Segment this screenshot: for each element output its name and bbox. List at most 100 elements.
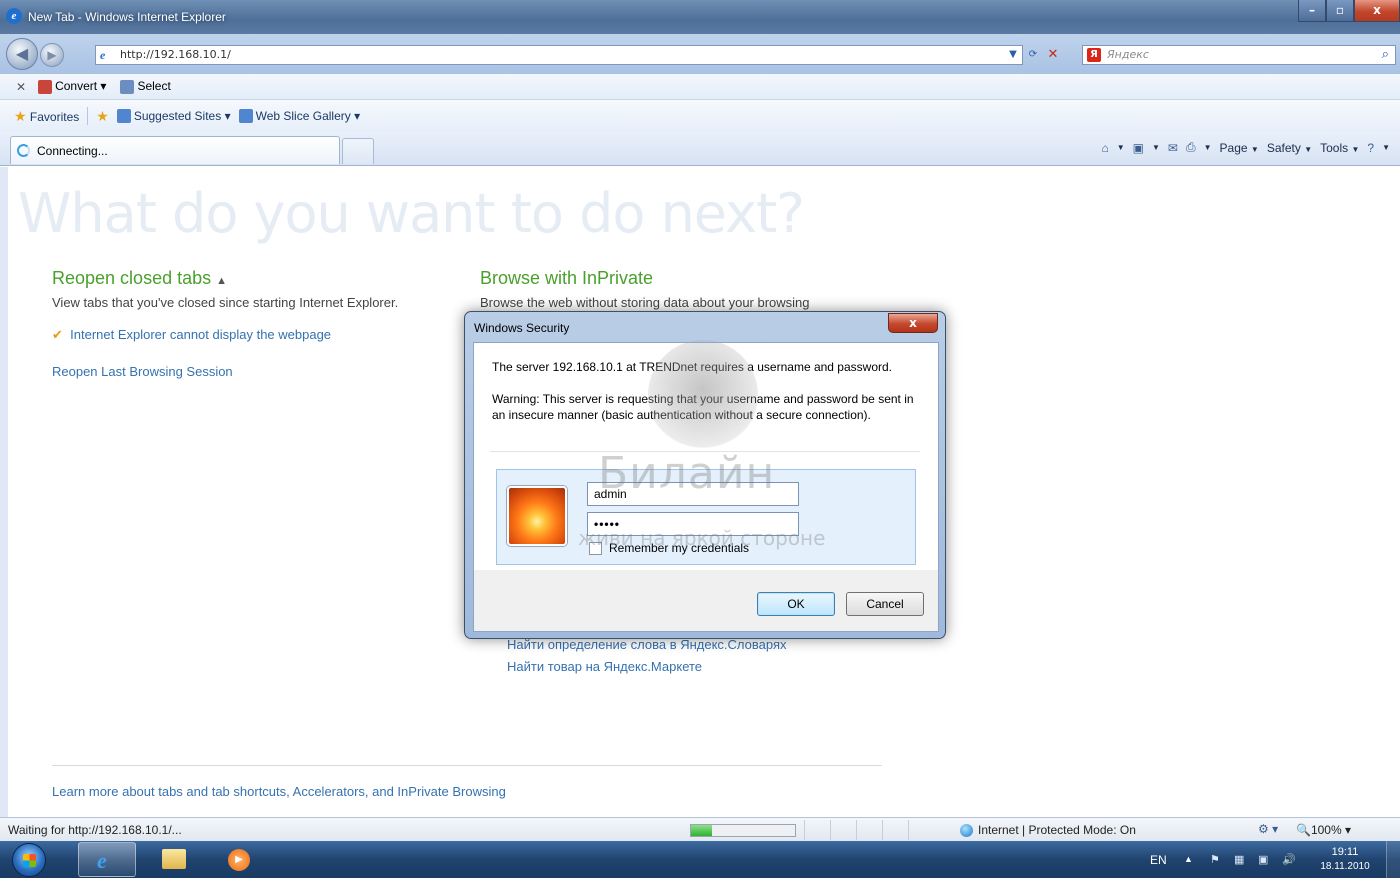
- taskbar: e ▶ EN ▲ ⚑ ▦ ▣ 🔊 19:11 18.11.2010: [0, 841, 1400, 878]
- help-icon[interactable]: ?: [1367, 141, 1374, 155]
- progress-bar: [690, 824, 796, 837]
- refresh-icon[interactable]: ⟳: [1024, 45, 1042, 65]
- dialog-title: Windows Security: [474, 321, 570, 335]
- yandex-logo-icon: Я: [1087, 48, 1101, 62]
- watermark-tagline: живи на яркой стороне: [578, 526, 826, 550]
- yandex-dictionary-link[interactable]: Найти определение слова в Яндекс.Словаря…: [507, 637, 787, 652]
- user-avatar: [507, 486, 567, 546]
- title-bar: e New Tab - Windows Internet Explorer – …: [0, 0, 1400, 34]
- taskbar-explorer-button[interactable]: [144, 842, 202, 877]
- volume-icon[interactable]: 🔊: [1282, 853, 1296, 866]
- watermark-brand: Билайн: [598, 448, 776, 499]
- print-icon[interactable]: ⎙: [1186, 140, 1196, 155]
- close-toolbar-icon[interactable]: ✕: [16, 80, 26, 94]
- safety-menu-label: Safety: [1266, 140, 1301, 155]
- reopen-description: View tabs that you've closed since start…: [52, 295, 399, 310]
- print-dropdown-icon[interactable]: ▼: [1204, 143, 1212, 152]
- system-tray: EN ▲ ⚑ ▦ ▣ 🔊 19:11 18.11.2010: [1140, 841, 1400, 878]
- suggested-sites-icon: [116, 109, 131, 124]
- window-controls: – ▫ x: [1298, 0, 1400, 22]
- dialog-close-button[interactable]: x: [888, 313, 938, 333]
- status-cells: [804, 820, 934, 840]
- search-icon[interactable]: ⌕: [1382, 47, 1389, 62]
- clock-time[interactable]: 19:11: [1318, 846, 1372, 858]
- suggested-sites-label: Suggested Sites: [133, 108, 222, 123]
- home-icon[interactable]: ⌂: [1101, 141, 1108, 155]
- collapse-icon: ▲: [216, 275, 228, 287]
- inprivate-heading[interactable]: Browse with InPrivate: [480, 268, 653, 289]
- mail-icon[interactable]: ✉: [1168, 141, 1178, 155]
- page-menu[interactable]: Page ▼: [1220, 141, 1259, 155]
- stop-icon[interactable]: ✕: [1044, 45, 1062, 65]
- cancel-button[interactable]: Cancel: [846, 592, 924, 616]
- back-button[interactable]: ◀: [6, 38, 38, 70]
- loading-spinner-icon: [17, 144, 30, 157]
- close-button[interactable]: x: [1354, 0, 1400, 22]
- select-label: Select: [137, 79, 171, 94]
- favorites-bar: ★ Favorites ★ Suggested Sites ▾ Web Slic…: [0, 100, 1400, 132]
- select-button[interactable]: Select: [120, 79, 171, 94]
- learn-more-link[interactable]: Learn more about tabs and tab shortcuts,…: [52, 784, 506, 799]
- page-icon: e: [100, 48, 106, 62]
- status-bar: Waiting for http://192.168.10.1/... Inte…: [0, 817, 1400, 841]
- new-tab-button[interactable]: [342, 138, 374, 164]
- globe-icon: [960, 824, 973, 838]
- network-icon[interactable]: ▦: [1234, 853, 1244, 866]
- command-toolbar: ⌂ ▼ ▣ ▼ ✉ ⎙ ▼ Page ▼ Safety ▼ Tools ▼ ? ▼: [1101, 140, 1390, 155]
- tab-connecting[interactable]: Connecting...: [10, 136, 340, 164]
- tools-menu-label: Tools: [1320, 140, 1349, 155]
- page-menu-label: Page: [1219, 140, 1248, 155]
- taskbar-ie-button[interactable]: e: [78, 842, 136, 877]
- show-hidden-icons-icon[interactable]: ▲: [1184, 854, 1193, 864]
- divider: [87, 107, 89, 125]
- web-slice-icon: [238, 109, 253, 124]
- address-dropdown-icon[interactable]: ▼: [1004, 45, 1022, 65]
- tools-menu[interactable]: Tools ▼: [1320, 141, 1359, 155]
- minimize-button[interactable]: –: [1298, 0, 1326, 22]
- feeds-icon[interactable]: ▣: [1133, 141, 1144, 155]
- reopen-title: Reopen closed tabs: [52, 268, 212, 288]
- suggested-sites-button[interactable]: Suggested Sites ▾: [116, 108, 231, 124]
- help-dropdown-icon[interactable]: ▼: [1382, 143, 1390, 152]
- navigation-bar: ◀ ▶ e http://192.168.10.1/ ▼ ⟳ ✕ Я Яндек…: [0, 34, 1400, 74]
- ie-logo-icon: e: [6, 8, 22, 24]
- progress-fill: [691, 825, 712, 836]
- address-url: http://192.168.10.1/: [120, 48, 231, 61]
- safety-menu[interactable]: Safety ▼: [1267, 141, 1312, 155]
- address-actions: ▼ ⟳ ✕: [1004, 45, 1062, 65]
- language-indicator[interactable]: EN: [1150, 853, 1167, 867]
- closed-tab-label: Internet Explorer cannot display the web…: [70, 327, 332, 342]
- favorites-button[interactable]: ★ Favorites: [14, 108, 79, 125]
- reopen-closed-tabs-heading[interactable]: Reopen closed tabs ▲: [52, 268, 227, 289]
- maximize-button[interactable]: ▫: [1326, 0, 1354, 22]
- forward-button[interactable]: ▶: [40, 43, 64, 67]
- feeds-dropdown-icon[interactable]: ▼: [1152, 143, 1160, 152]
- web-slice-gallery-button[interactable]: Web Slice Gallery ▾: [238, 108, 360, 124]
- search-input[interactable]: Я Яндекс ⌕: [1082, 45, 1396, 65]
- select-icon: [120, 79, 135, 94]
- security-zone[interactable]: Internet | Protected Mode: On: [960, 823, 1136, 838]
- status-text: Waiting for http://192.168.10.1/...: [8, 823, 182, 837]
- search-placeholder: Яндекс: [1107, 48, 1149, 61]
- protected-mode-icon[interactable]: ⚙ ▾: [1258, 822, 1278, 836]
- show-desktop-button[interactable]: [1386, 841, 1400, 878]
- web-slice-label: Web Slice Gallery: [255, 108, 351, 123]
- taskbar-media-button[interactable]: ▶: [210, 842, 268, 877]
- convert-button[interactable]: Convert ▾: [38, 79, 106, 94]
- home-dropdown-icon[interactable]: ▼: [1117, 143, 1125, 152]
- clock-date[interactable]: 18.11.2010: [1318, 861, 1372, 872]
- security-zone-label: Internet | Protected Mode: On: [978, 823, 1136, 837]
- closed-tab-link[interactable]: ✔ Internet Explorer cannot display the w…: [52, 327, 331, 343]
- display-icon[interactable]: ▣: [1258, 853, 1268, 866]
- yandex-market-link[interactable]: Найти товар на Яндекс.Маркете: [507, 659, 702, 674]
- zoom-control[interactable]: 🔍100% ▾: [1296, 823, 1351, 837]
- ok-button[interactable]: OK: [757, 592, 835, 616]
- dialog-footer: OK Cancel: [473, 570, 939, 632]
- favorites-star-icon: ★: [14, 107, 27, 124]
- start-button[interactable]: [12, 843, 46, 877]
- action-center-icon[interactable]: ⚑: [1210, 853, 1220, 866]
- add-favorite-icon[interactable]: ★: [96, 108, 109, 125]
- window-title: New Tab - Windows Internet Explorer: [28, 10, 226, 24]
- reopen-session-link[interactable]: Reopen Last Browsing Session: [52, 364, 233, 379]
- address-bar[interactable]: e http://192.168.10.1/: [95, 45, 1023, 65]
